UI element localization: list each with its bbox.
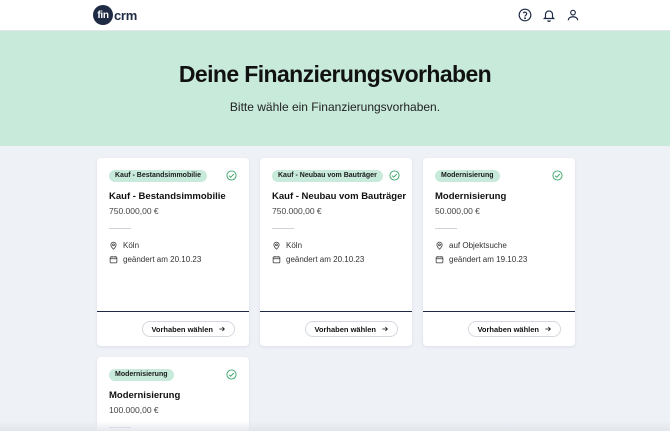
bell-icon[interactable]: [542, 8, 556, 22]
location-pin-icon: [273, 241, 280, 250]
project-amount: 750.000,00 €: [109, 206, 159, 216]
calendar-icon: [272, 256, 281, 264]
date-row: geändert am 20.10.23: [272, 255, 364, 264]
select-project-button[interactable]: Vorhaben wählen: [142, 321, 235, 337]
select-project-button[interactable]: Vorhaben wählen: [305, 321, 398, 337]
calendar-icon: [109, 256, 118, 264]
logo-badge: fin: [93, 5, 113, 25]
select-project-label: Vorhaben wählen: [314, 324, 376, 334]
separator: [435, 228, 457, 229]
check-circle-icon: [552, 170, 563, 181]
project-title: Modernisierung: [109, 390, 181, 401]
location-pin-icon: [110, 241, 117, 250]
check-circle-icon: [226, 170, 237, 181]
location-text: Köln: [123, 241, 140, 250]
calendar-icon: [435, 256, 444, 264]
page-title: Deine Finanzierungsvorhaben: [178, 61, 492, 87]
project-title: Kauf - Bestandsimmobilie: [109, 191, 226, 202]
page-subtitle: Bitte wähle ein Finanzierungsvorhaben.: [229, 100, 441, 114]
project-amount: 50.000,00 €: [435, 206, 480, 216]
select-project-label: Vorhaben wählen: [151, 324, 213, 334]
arrow-right-icon: [545, 326, 551, 332]
location-text: Köln: [286, 241, 303, 250]
project-card: Kauf - Bestandsimmobilie Kauf - Bestands…: [97, 158, 249, 346]
project-title: Modernisierung: [435, 191, 507, 202]
card-divider: [423, 311, 575, 312]
project-card: Modernisierung Modernisierung 50.000,00 …: [423, 158, 575, 346]
location-row: Köln: [109, 241, 139, 250]
modified-date: geändert am 19.10.23: [449, 255, 528, 264]
modified-date: geändert am 20.10.23: [286, 255, 365, 264]
project-card: Modernisierung Modernisierung 100.000,00…: [97, 357, 249, 431]
project-type-tag: Modernisierung: [109, 369, 174, 381]
location-text: auf Objektsuche: [449, 241, 507, 250]
modified-date: geändert am 20.10.23: [123, 255, 202, 264]
project-amount: 750.000,00 €: [272, 206, 322, 216]
check-circle-icon: [226, 369, 237, 380]
project-type-tag: Kauf - Neubau vom Bauträger: [272, 170, 383, 182]
check-circle-icon: [389, 170, 400, 181]
project-title: Kauf - Neubau vom Bauträger: [272, 191, 407, 202]
location-row: Köln: [272, 241, 302, 250]
user-icon[interactable]: [566, 8, 580, 22]
bottom-fade: [0, 421, 670, 431]
card-divider: [97, 311, 249, 312]
date-row: geändert am 19.10.23: [435, 255, 527, 264]
project-card: Kauf - Neubau vom Bauträger Kauf - Neuba…: [260, 158, 412, 346]
project-type-tag: Kauf - Bestandsimmobilie: [109, 170, 207, 182]
help-icon[interactable]: [518, 8, 532, 22]
date-row: geändert am 20.10.23: [109, 255, 201, 264]
separator: [109, 228, 131, 229]
arrow-right-icon: [219, 326, 225, 332]
fincrm-logo[interactable]: fin crm: [93, 5, 137, 25]
top-icons: [518, 8, 580, 22]
project-amount: 100.000,00 €: [109, 405, 159, 415]
location-row: auf Objektsuche: [435, 241, 507, 250]
arrow-right-icon: [382, 326, 388, 332]
location-pin-icon: [436, 241, 443, 250]
select-project-label: Vorhaben wählen: [477, 324, 539, 334]
top-bar: fin crm: [0, 0, 670, 31]
card-divider: [260, 311, 412, 312]
hero-banner: Deine Finanzierungsvorhaben Bitte wähle …: [0, 31, 670, 146]
select-project-button[interactable]: Vorhaben wählen: [468, 321, 561, 337]
project-type-tag: Modernisierung: [435, 170, 500, 182]
separator: [272, 228, 294, 229]
logo-text: crm: [114, 7, 137, 23]
